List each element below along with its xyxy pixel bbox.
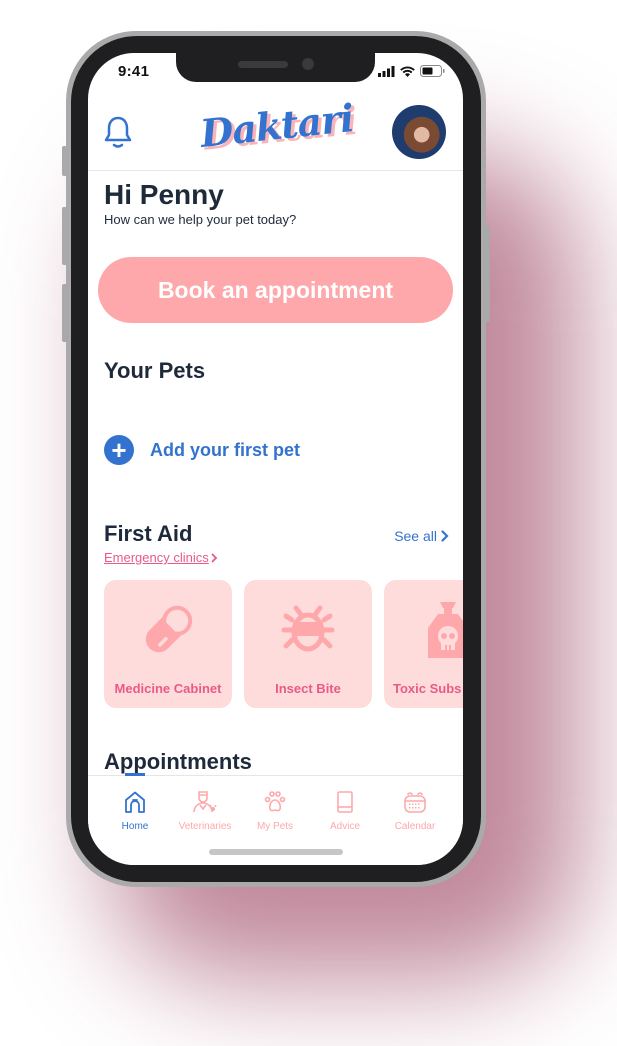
card-label: Insect Bite <box>275 681 341 696</box>
bug-icon <box>281 605 335 652</box>
signal-icon <box>378 65 395 77</box>
app-screen: 9:41 Daktari Hi Penny How can we help yo… <box>88 53 463 865</box>
first-aid-cards: Medicine Cabinet Insect Bite Toxic Subs <box>104 580 463 708</box>
chevron-right-icon <box>211 553 218 562</box>
first-aid-card-medicine[interactable]: Medicine Cabinet <box>104 580 232 708</box>
chevron-right-icon <box>441 530 449 542</box>
greeting-subtitle: How can we help your pet today? <box>104 212 297 227</box>
status-icons <box>378 65 445 77</box>
home-indicator[interactable] <box>209 849 343 855</box>
tab-my-pets[interactable]: My Pets <box>240 790 310 832</box>
tab-calendar[interactable]: Calendar <box>380 790 450 832</box>
emergency-clinics-label: Emergency clinics <box>104 550 209 565</box>
add-pet-label: Add your first pet <box>150 439 301 460</box>
tab-veterinaries[interactable]: Veterinaries <box>170 790 240 832</box>
book-appointment-button[interactable]: Book an appointment <box>98 257 453 323</box>
tab-home[interactable]: Home <box>100 790 170 832</box>
bell-icon[interactable] <box>103 115 133 149</box>
home-icon <box>125 791 145 813</box>
power-button <box>484 226 490 322</box>
first-aid-card-toxic[interactable]: Toxic Subs <box>384 580 463 708</box>
card-label: Toxic Subs <box>393 681 462 696</box>
your-pets-title: Your Pets <box>104 358 206 383</box>
battery-icon <box>420 65 445 77</box>
user-avatar[interactable] <box>392 105 446 159</box>
first-aid-title: First Aid <box>104 521 193 546</box>
paw-icon <box>264 791 286 812</box>
appointments-title: Appointments <box>104 749 252 774</box>
volume-down-button <box>62 284 68 342</box>
notch <box>176 53 375 82</box>
tab-label: Home <box>121 821 149 832</box>
bottom-tab-bar: Home Veterinaries My Pets Advice Calenda… <box>88 773 463 865</box>
card-label: Medicine Cabinet <box>114 681 222 696</box>
tab-label: Veterinaries <box>178 821 232 832</box>
vet-icon <box>193 791 217 813</box>
poison-bottle-icon <box>428 602 463 658</box>
status-time: 9:41 <box>118 63 150 80</box>
tab-label: Advice <box>329 821 360 832</box>
tab-label: Calendar <box>394 821 436 832</box>
app-header: Daktari <box>88 93 463 171</box>
silent-switch <box>62 146 68 176</box>
see-all-label: See all <box>394 528 437 544</box>
greeting-title: Hi Penny <box>104 179 224 210</box>
book-icon <box>337 791 353 813</box>
active-tab-indicator <box>125 773 145 776</box>
tab-label: My Pets <box>256 821 294 832</box>
first-aid-card-insect[interactable]: Insect Bite <box>244 580 372 708</box>
volume-up-button <box>62 207 68 265</box>
pill-icon <box>145 605 193 653</box>
calendar-icon <box>404 792 426 813</box>
see-all-link[interactable]: See all <box>394 528 449 544</box>
speaker <box>238 61 288 68</box>
camera <box>302 58 314 70</box>
tab-advice[interactable]: Advice <box>310 790 380 832</box>
app-logo: Daktari <box>198 95 356 156</box>
emergency-clinics-link[interactable]: Emergency clinics <box>104 550 218 565</box>
wifi-icon <box>400 66 415 77</box>
plus-circle-icon: + <box>104 435 134 465</box>
add-pet-button[interactable]: + Add your first pet <box>104 435 300 465</box>
